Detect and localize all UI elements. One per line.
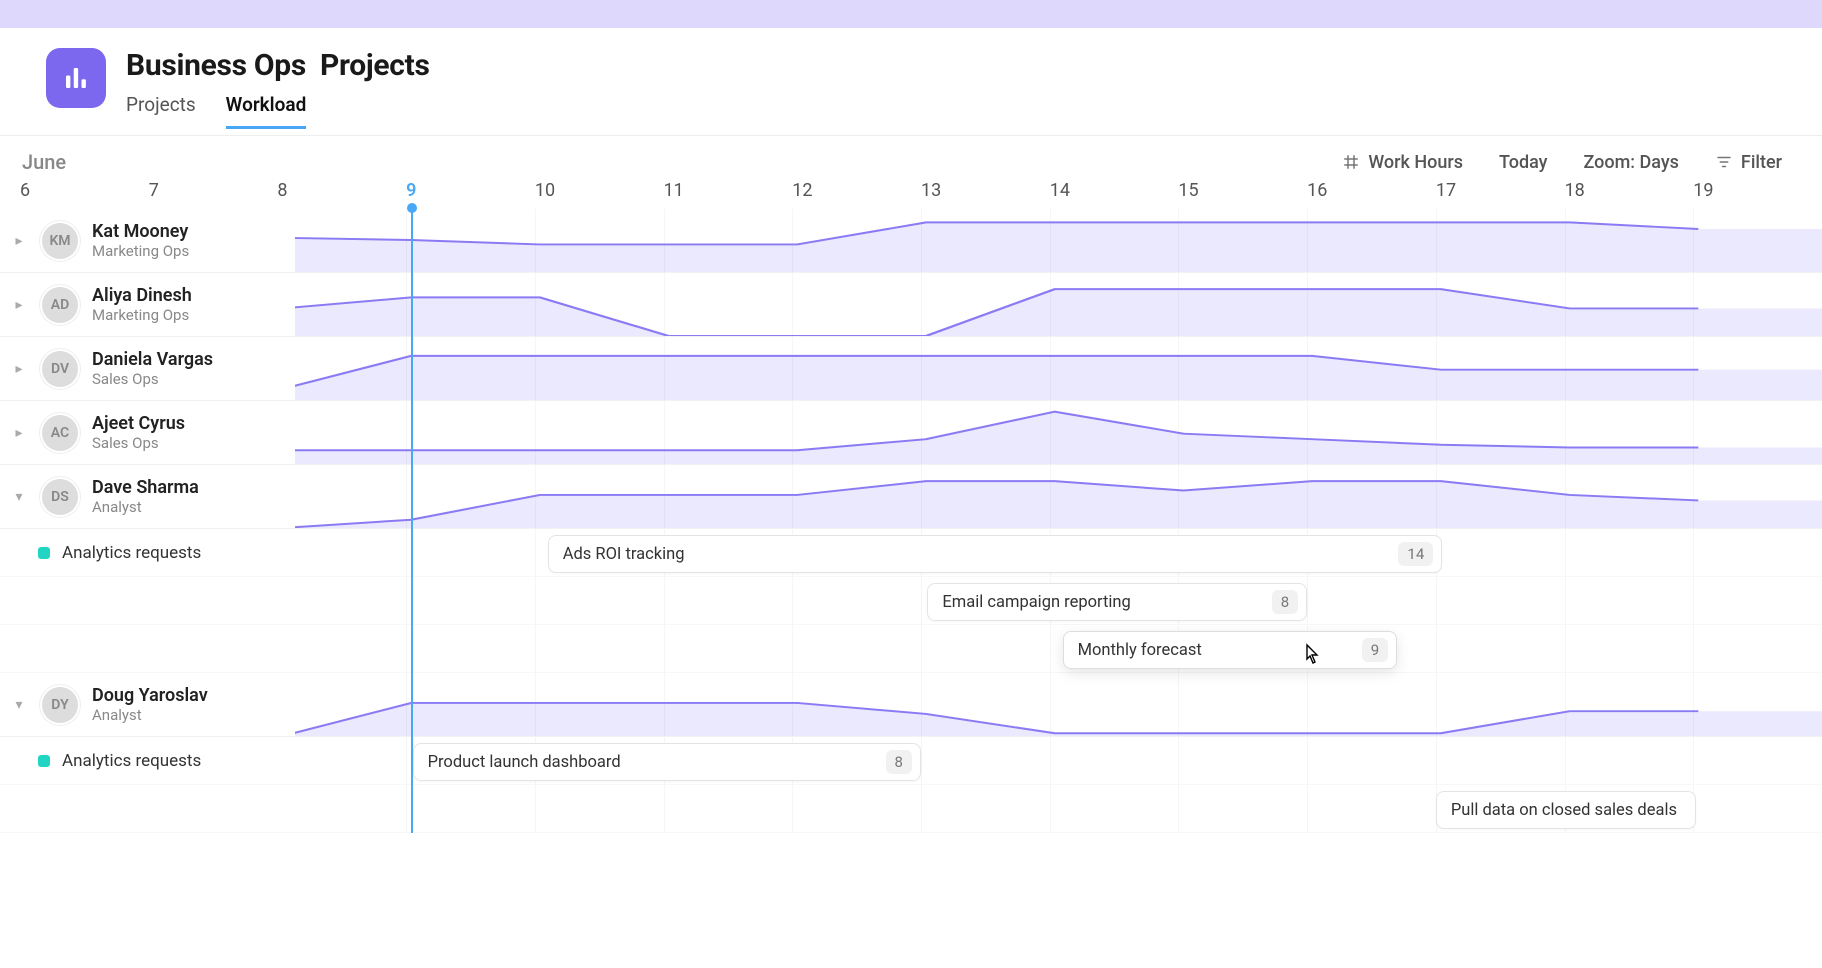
task-group[interactable]: Analytics requests: [0, 737, 295, 785]
filter-label: Filter: [1741, 152, 1782, 173]
today-label: Today: [1499, 152, 1548, 173]
task-hours-badge: 8: [886, 750, 912, 774]
person-row[interactable]: ▸ DV Daniela Vargas Sales Ops: [0, 337, 295, 401]
task-group[interactable]: Analytics requests: [0, 529, 295, 577]
timeline-day[interactable]: 9: [406, 180, 535, 201]
group-color-dot: [38, 547, 50, 559]
task-card-ads-roi[interactable]: Ads ROI tracking 14: [548, 535, 1443, 573]
person-role: Analyst: [92, 498, 199, 516]
today-indicator-dot: [407, 203, 417, 213]
chevron-right-icon[interactable]: ▸: [10, 297, 28, 313]
timeline-day[interactable]: 11: [664, 180, 793, 201]
person-name: Dave Sharma: [92, 477, 199, 498]
zoom-label: Zoom: Days: [1584, 152, 1679, 173]
top-banner: [0, 0, 1822, 28]
timeline-day[interactable]: 19: [1693, 180, 1822, 201]
task-hours-badge: 9: [1362, 638, 1388, 662]
person-name: Daniela Vargas: [92, 349, 213, 370]
task-label: Product launch dashboard: [428, 753, 621, 772]
task-card-closed-deals[interactable]: Pull data on closed sales deals: [1436, 791, 1696, 829]
person-name: Kat Mooney: [92, 221, 189, 242]
person-name: Doug Yaroslav: [92, 685, 208, 706]
person-row[interactable]: ▾ DY Doug Yaroslav Analyst: [0, 673, 295, 737]
avatar: DY: [40, 685, 80, 725]
chevron-down-icon[interactable]: ▾: [10, 697, 28, 713]
group-color-dot: [38, 755, 50, 767]
work-hours-label: Work Hours: [1368, 152, 1463, 173]
timeline-day[interactable]: 14: [1050, 180, 1179, 201]
avatar: AC: [40, 413, 80, 453]
timeline-toolbar: June Work Hours Today Zoom: Days Filter: [0, 135, 1822, 180]
person-role: Marketing Ops: [92, 306, 192, 324]
timeline-day[interactable]: 6: [20, 180, 149, 201]
timeline-day[interactable]: 18: [1565, 180, 1694, 201]
timeline-day[interactable]: 16: [1307, 180, 1436, 201]
work-hours-button[interactable]: Work Hours: [1342, 152, 1463, 173]
task-label: Monthly forecast: [1078, 641, 1202, 660]
tab-workload[interactable]: Workload: [226, 93, 307, 129]
person-role: Marketing Ops: [92, 242, 189, 260]
avatar: AD: [40, 285, 80, 325]
task-card-forecast[interactable]: Monthly forecast 9: [1063, 631, 1398, 669]
grid-icon: [1342, 153, 1360, 171]
person-name: Ajeet Cyrus: [92, 413, 185, 434]
chevron-right-icon[interactable]: ▸: [10, 361, 28, 377]
avatar: DS: [40, 477, 80, 517]
filter-icon: [1715, 153, 1733, 171]
person-row[interactable]: ▸ KM Kat Mooney Marketing Ops: [0, 209, 295, 273]
task-label: Pull data on closed sales deals: [1451, 801, 1677, 820]
workspace-icon: [46, 48, 106, 108]
page-title: Projects: [320, 48, 430, 83]
zoom-button[interactable]: Zoom: Days: [1584, 152, 1679, 173]
page-tabs: Projects Workload: [126, 93, 430, 129]
avatar: DV: [40, 349, 80, 389]
task-label: Email campaign reporting: [942, 593, 1130, 612]
person-name: Aliya Dinesh: [92, 285, 192, 306]
timeline-day[interactable]: 13: [921, 180, 1050, 201]
task-hours-badge: 8: [1272, 590, 1298, 614]
chevron-right-icon[interactable]: ▸: [10, 233, 28, 249]
timeline-day[interactable]: 12: [792, 180, 921, 201]
person-row[interactable]: ▸ AC Ajeet Cyrus Sales Ops: [0, 401, 295, 465]
timeline-day[interactable]: 7: [149, 180, 278, 201]
person-role: Analyst: [92, 706, 208, 724]
tab-projects[interactable]: Projects: [126, 93, 196, 129]
person-row[interactable]: ▸ AD Aliya Dinesh Marketing Ops: [0, 273, 295, 337]
task-card-email[interactable]: Email campaign reporting 8: [927, 583, 1307, 621]
group-label: Analytics requests: [62, 751, 201, 771]
chevron-down-icon[interactable]: ▾: [10, 489, 28, 505]
avatar: KM: [40, 221, 80, 261]
bar-chart-icon: [61, 63, 91, 93]
today-button[interactable]: Today: [1499, 152, 1548, 173]
timeline-day[interactable]: 17: [1436, 180, 1565, 201]
chevron-right-icon[interactable]: ▸: [10, 425, 28, 441]
person-row[interactable]: ▾ DS Dave Sharma Analyst: [0, 465, 295, 529]
group-label: Analytics requests: [62, 543, 201, 563]
task-label: Ads ROI tracking: [563, 545, 685, 564]
timeline-day[interactable]: 10: [535, 180, 664, 201]
person-role: Sales Ops: [92, 434, 185, 452]
today-indicator-line: [411, 209, 413, 833]
page-header: Business Ops Projects Projects Workload: [0, 28, 1822, 129]
timeline-day[interactable]: 15: [1178, 180, 1307, 201]
workload-grid: ▸ KM Kat Mooney Marketing Ops ▸ AD Aliya…: [0, 209, 1822, 833]
people-sidebar: ▸ KM Kat Mooney Marketing Ops ▸ AD Aliya…: [0, 209, 295, 833]
workspace-title: Business Ops: [126, 48, 306, 83]
month-label: June: [22, 150, 66, 174]
task-card-launch[interactable]: Product launch dashboard 8: [413, 743, 921, 781]
filter-button[interactable]: Filter: [1715, 152, 1782, 173]
person-role: Sales Ops: [92, 370, 213, 388]
timeline-header: 678910111213141516171819: [0, 180, 1822, 209]
timeline-day[interactable]: 8: [277, 180, 406, 201]
task-hours-badge: 14: [1398, 542, 1433, 566]
